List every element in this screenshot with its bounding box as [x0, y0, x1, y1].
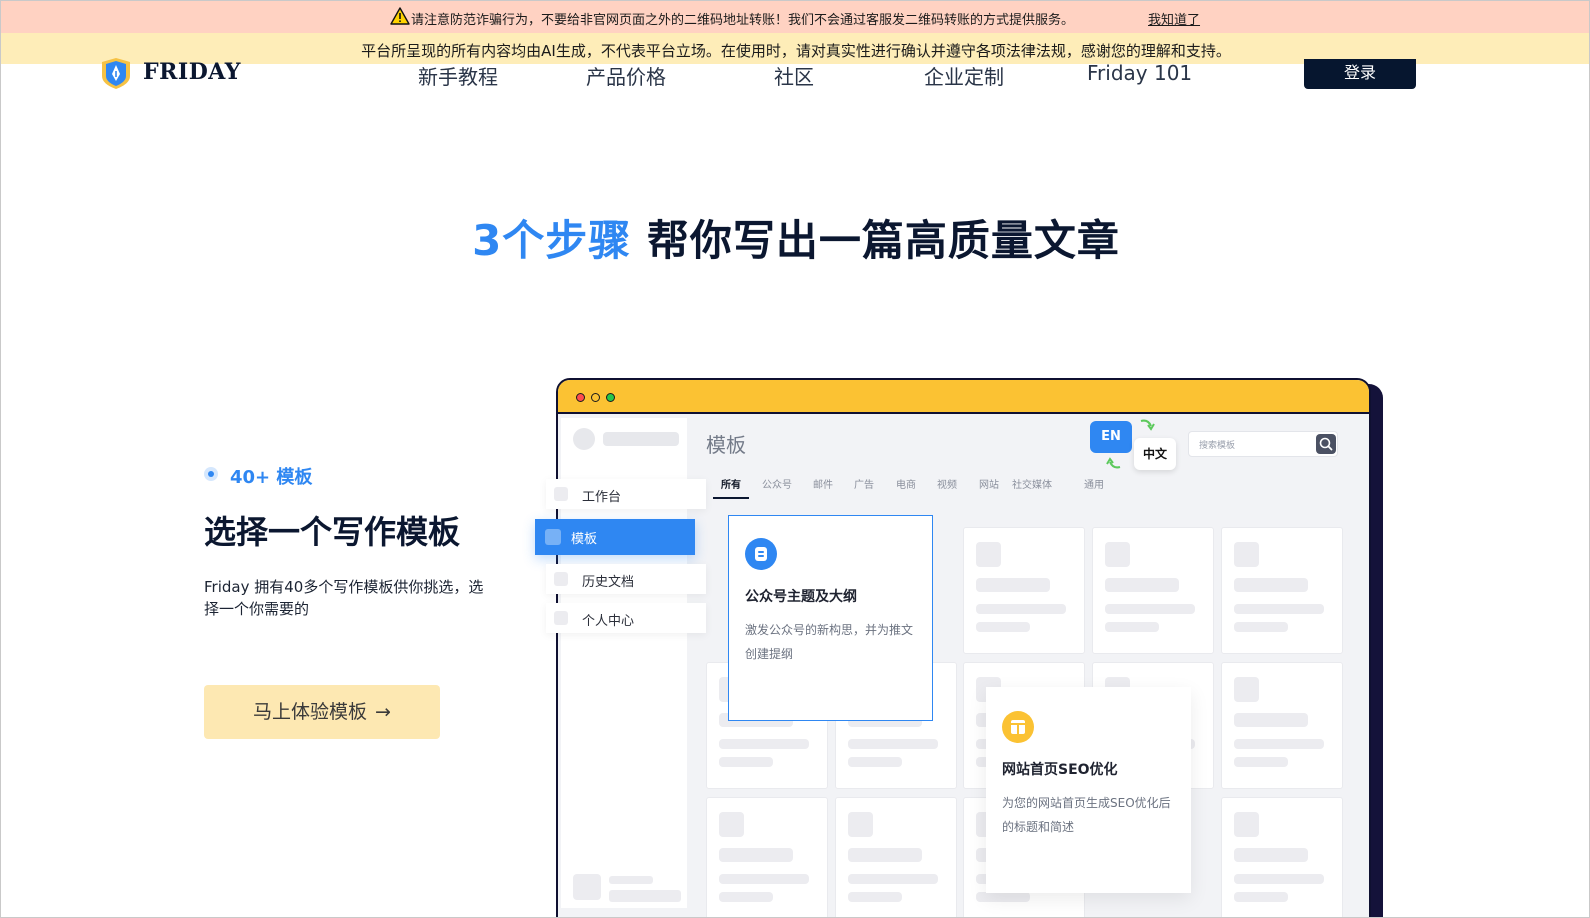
card-title: 网站首页SEO优化 — [1002, 762, 1118, 778]
mockup-titlebar — [558, 380, 1369, 414]
headline-highlight: 3个步骤 — [472, 216, 632, 265]
footer-placeholder — [609, 890, 681, 902]
template-card-placeholder — [1221, 527, 1343, 654]
template-card-wechat-outline[interactable]: 公众号主题及大纲 激发公众号的新构思，并为推文创建提纲 — [728, 515, 933, 721]
webpage-icon — [1002, 711, 1034, 743]
nav-link-tutorial[interactable]: 新手教程 — [418, 61, 498, 90]
page-headline: 3个步骤 帮你写出一篇高质量文章 — [1, 207, 1589, 268]
sidebar-item-workspace[interactable]: 工作台 — [546, 479, 706, 509]
tab-video[interactable]: 视频 — [937, 476, 957, 491]
nav-link-pricing[interactable]: 产品价格 — [586, 61, 666, 90]
cta-label: 马上体验模板 — [253, 701, 368, 723]
swap-arrow-icon — [1106, 457, 1121, 469]
window-close-dot-icon — [576, 393, 585, 402]
search-placeholder: 搜索模板 — [1199, 441, 1236, 451]
card-description: 为您的网站首页生成SEO优化后的标题和简述 — [1002, 796, 1171, 834]
step-description: Friday 拥有40多个写作模板供你挑选，选择一个你需要的 — [204, 578, 484, 618]
window-maximize-dot-icon — [606, 393, 615, 402]
menu-square-icon — [554, 487, 568, 501]
menu-label: 历史文档 — [582, 575, 635, 590]
nav-link-friday-101[interactable]: Friday 101 — [1087, 61, 1192, 85]
template-card-placeholder — [1092, 527, 1214, 654]
login-button[interactable]: 登录 — [1304, 59, 1416, 89]
footer-placeholder — [573, 874, 601, 900]
nav-link-community[interactable]: 社区 — [774, 61, 814, 90]
fraud-warning-text: 请注意防范诈骗行为，不要给非官网页面之外的二维码地址转账！我们不会通过客服发二维… — [411, 13, 1075, 28]
menu-square-icon — [545, 529, 561, 545]
menu-label: 个人中心 — [582, 614, 635, 629]
search-button[interactable] — [1316, 434, 1336, 454]
badge-dot-icon — [204, 467, 218, 481]
username-placeholder — [603, 432, 679, 446]
avatar — [573, 428, 595, 450]
page: 请注意防范诈骗行为，不要给非官网页面之外的二维码地址转账！我们不会通过客服发二维… — [0, 0, 1590, 918]
tab-wechat[interactable]: 公众号 — [762, 476, 792, 491]
tab-website[interactable]: 网站 — [979, 476, 999, 491]
template-card-placeholder — [835, 797, 957, 917]
language-en-button[interactable]: EN — [1090, 421, 1132, 453]
language-zh-button[interactable]: 中文 — [1134, 438, 1176, 470]
template-card-placeholder — [1221, 797, 1343, 917]
tab-all[interactable]: 所有 — [721, 476, 741, 491]
template-card-seo[interactable]: 网站首页SEO优化 为您的网站首页生成SEO优化后的标题和简述 — [986, 687, 1191, 893]
dismiss-warning-link[interactable]: 我知道了 — [1148, 9, 1200, 28]
menu-label: 模板 — [571, 532, 598, 547]
footer-placeholder — [609, 876, 653, 884]
sidebar-item-templates[interactable]: 模板 — [535, 519, 695, 555]
blog-b-icon — [745, 538, 777, 570]
search-icon — [1319, 437, 1333, 451]
active-tab-indicator — [713, 497, 749, 499]
template-card-placeholder — [706, 797, 828, 917]
fraud-warning-bar: 请注意防范诈骗行为，不要给非官网页面之外的二维码地址转账！我们不会通过客服发二维… — [1, 1, 1589, 33]
tab-ads[interactable]: 广告 — [854, 476, 874, 491]
tab-social-media[interactable]: 社交媒体 — [1012, 476, 1052, 491]
step-title: 选择一个写作模板 — [204, 513, 461, 551]
sidebar-item-history[interactable]: 历史文档 — [546, 564, 706, 594]
template-search-input[interactable]: 搜索模板 — [1188, 431, 1338, 457]
warning-icon — [390, 7, 410, 25]
menu-square-icon — [554, 611, 568, 625]
sidebar-item-profile[interactable]: 个人中心 — [546, 603, 706, 633]
arrow-right-icon: → — [375, 701, 391, 723]
window-minimize-dot-icon — [591, 393, 600, 402]
card-title: 公众号主题及大纲 — [745, 589, 857, 605]
app-mockup-window: 模板 所有 公众号 邮件 广告 电商 视频 网站 社交媒体 通用 EN 中文 搜… — [556, 378, 1371, 917]
template-count-badge: 40+ 模板 — [230, 467, 313, 488]
template-card-placeholder — [1221, 662, 1343, 789]
swap-arrow-icon — [1140, 419, 1155, 431]
template-card-placeholder — [963, 527, 1085, 654]
nav-link-enterprise[interactable]: 企业定制 — [924, 61, 1004, 90]
card-description: 激发公众号的新构思，并为推文创建提纲 — [745, 623, 914, 661]
try-templates-button[interactable]: 马上体验模板 → — [204, 685, 440, 739]
ai-disclaimer-text: 平台所呈现的所有内容均由AI生成，不代表平台立场。在使用时，请对真实性进行确认并… — [361, 42, 1231, 60]
templates-title: 模板 — [706, 433, 746, 457]
friday-logo-icon[interactable] — [98, 56, 134, 90]
headline-rest: 帮你写出一篇高质量文章 — [646, 216, 1120, 265]
tab-email[interactable]: 邮件 — [813, 476, 833, 491]
menu-label: 工作台 — [582, 490, 622, 505]
brand-name[interactable]: FRIDAY — [143, 59, 241, 85]
menu-square-icon — [554, 572, 568, 586]
tab-ecommerce[interactable]: 电商 — [896, 476, 916, 491]
tab-general[interactable]: 通用 — [1084, 476, 1104, 491]
